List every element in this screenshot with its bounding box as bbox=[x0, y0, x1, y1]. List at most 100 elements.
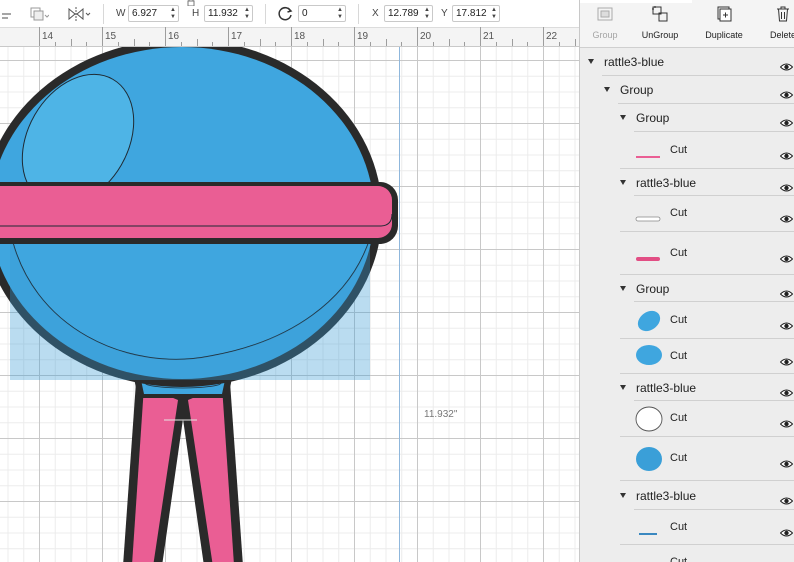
ruler-minor-tick bbox=[306, 42, 308, 46]
layer-item-row[interactable]: Cut bbox=[580, 302, 794, 339]
x-stepper-arrows[interactable]: ▲ ▼ bbox=[424, 7, 430, 21]
visibility-eye-icon[interactable] bbox=[779, 492, 794, 504]
ruler-minor-tick bbox=[149, 42, 151, 46]
layer-group-name: rattle3-blue bbox=[636, 488, 697, 503]
x-position-field[interactable]: 12.789 ▲ ▼ bbox=[384, 5, 433, 22]
ruler-major-tick bbox=[543, 27, 544, 46]
visibility-eye-icon[interactable] bbox=[779, 147, 794, 159]
ruler-major-tick bbox=[102, 27, 103, 46]
layer-group-name: rattle3-blue bbox=[636, 380, 697, 395]
ruler-minor-tick bbox=[464, 42, 466, 46]
layer-group-row[interactable]: rattle3-blue bbox=[580, 48, 794, 76]
ungroup-button-label: UnGroup bbox=[641, 30, 679, 40]
expand-caret-icon[interactable] bbox=[620, 285, 626, 291]
layer-group-row[interactable]: Group bbox=[580, 104, 794, 132]
visibility-eye-icon[interactable] bbox=[779, 210, 794, 223]
expand-caret-icon[interactable] bbox=[620, 179, 626, 185]
layer-item-row[interactable]: Cut bbox=[580, 437, 794, 481]
visibility-eye-icon[interactable] bbox=[779, 86, 794, 99]
flip-icon[interactable] bbox=[66, 5, 92, 23]
ruler-label: 18 bbox=[294, 31, 306, 42]
lock-icon[interactable] bbox=[186, 0, 196, 6]
width-field[interactable]: 6.927 ▲ ▼ bbox=[128, 5, 179, 22]
visibility-eye-icon[interactable] bbox=[779, 58, 794, 71]
panel-toolbar-highlight bbox=[580, 0, 692, 3]
ruler-major-tick bbox=[354, 27, 355, 46]
ruler-minor-tick bbox=[574, 39, 576, 46]
rattle-artwork[interactable] bbox=[0, 47, 579, 562]
ruler-label: 15 bbox=[105, 31, 117, 42]
ruler-major-tick bbox=[417, 27, 418, 46]
duplicate-icon bbox=[714, 4, 734, 24]
visibility-eye-icon[interactable] bbox=[780, 559, 793, 562]
ruler-minor-tick bbox=[511, 39, 513, 46]
expand-caret-icon[interactable] bbox=[620, 492, 626, 498]
white-bar-thumbnail-icon bbox=[635, 210, 661, 228]
ruler-label: 16 bbox=[168, 31, 180, 42]
height-stepper-arrows[interactable]: ▲ ▼ bbox=[244, 7, 250, 21]
layer-item-row[interactable]: Cut bbox=[580, 132, 794, 169]
ruler-minor-tick bbox=[54, 42, 56, 46]
height-field[interactable]: 11.932 ▲ ▼ bbox=[204, 5, 253, 22]
layer-item-row[interactable]: Cut bbox=[580, 510, 794, 545]
group-button[interactable]: Group bbox=[590, 4, 620, 46]
visibility-eye-icon[interactable] bbox=[779, 455, 794, 468]
layer-group-row[interactable]: Group bbox=[580, 275, 794, 302]
blue-line-thumbnail-icon bbox=[635, 524, 661, 542]
layer-group-row[interactable]: Group bbox=[580, 76, 794, 104]
y-position-field[interactable]: 17.812 ▲ ▼ bbox=[452, 5, 500, 22]
expand-caret-icon[interactable] bbox=[604, 87, 610, 92]
layer-group-row[interactable]: rattle3-blue bbox=[580, 481, 794, 510]
visibility-eye-icon[interactable] bbox=[779, 179, 794, 191]
ruler-minor-tick bbox=[180, 42, 182, 46]
expand-caret-icon[interactable] bbox=[620, 115, 626, 120]
visibility-eye-icon[interactable] bbox=[779, 415, 794, 428]
ruler-minor-tick bbox=[322, 39, 324, 46]
y-stepper-arrows[interactable]: ▲ ▼ bbox=[491, 7, 497, 21]
layer-group-name: Group bbox=[636, 111, 670, 125]
ruler-minor-tick bbox=[385, 39, 387, 46]
layer-item-row[interactable]: Cut bbox=[580, 339, 794, 374]
ruler-minor-tick bbox=[432, 42, 434, 46]
visibility-eye-icon[interactable] bbox=[779, 285, 794, 297]
ungroup-icon bbox=[650, 4, 670, 24]
ungroup-button[interactable]: UnGroup bbox=[640, 4, 680, 46]
group-button-label: Group bbox=[592, 30, 618, 40]
y-label: Y bbox=[441, 8, 448, 19]
layers-list: rattle3-blue Group Group Cut rattle3-blue Cut… bbox=[580, 48, 794, 562]
ruler-minor-tick bbox=[495, 42, 497, 46]
delete-button-label: Delete bbox=[769, 30, 794, 40]
rattle-band[interactable] bbox=[0, 182, 398, 244]
ruler-minor-tick bbox=[70, 39, 72, 46]
layer-group-row[interactable]: rattle3-blue bbox=[580, 374, 794, 401]
layer-group-row[interactable]: rattle3-blue bbox=[580, 169, 794, 196]
ruler-label: 22 bbox=[546, 31, 558, 42]
expand-caret-icon[interactable] bbox=[620, 384, 626, 390]
layer-item-row[interactable]: Cut bbox=[580, 545, 794, 562]
duplicate-button[interactable]: Duplicate bbox=[702, 4, 746, 46]
expand-caret-icon[interactable] bbox=[588, 59, 594, 64]
visibility-eye-icon[interactable] bbox=[779, 114, 794, 127]
ruler-label: 21 bbox=[483, 31, 495, 42]
rotate-field[interactable]: 0 ▲ ▼ bbox=[298, 5, 346, 22]
visibility-eye-icon[interactable] bbox=[779, 250, 794, 262]
visibility-eye-icon[interactable] bbox=[779, 353, 794, 365]
rattle-handle[interactable] bbox=[122, 382, 244, 562]
arrange-icon[interactable] bbox=[27, 5, 49, 23]
ruler-minor-tick bbox=[212, 42, 214, 46]
width-stepper-arrows[interactable]: ▲ ▼ bbox=[170, 7, 176, 21]
layer-item-row[interactable]: Cut bbox=[580, 196, 794, 232]
align-icon[interactable] bbox=[0, 5, 14, 23]
design-canvas[interactable]: 11.932" bbox=[0, 47, 579, 562]
delete-button[interactable]: Delete bbox=[768, 4, 794, 46]
visibility-eye-icon[interactable] bbox=[779, 317, 794, 329]
visibility-eye-icon[interactable] bbox=[779, 524, 794, 536]
ruler-major-tick bbox=[291, 27, 292, 46]
ruler-minor-tick bbox=[558, 42, 560, 46]
ruler-minor-tick bbox=[338, 42, 340, 46]
rotate-stepper-arrows[interactable]: ▲ ▼ bbox=[337, 7, 343, 21]
layer-item-row[interactable]: Cut bbox=[580, 401, 794, 437]
pink-line-thumbnail-icon bbox=[635, 147, 661, 165]
visibility-eye-icon[interactable] bbox=[779, 384, 794, 396]
layer-item-row[interactable]: Cut bbox=[580, 232, 794, 275]
